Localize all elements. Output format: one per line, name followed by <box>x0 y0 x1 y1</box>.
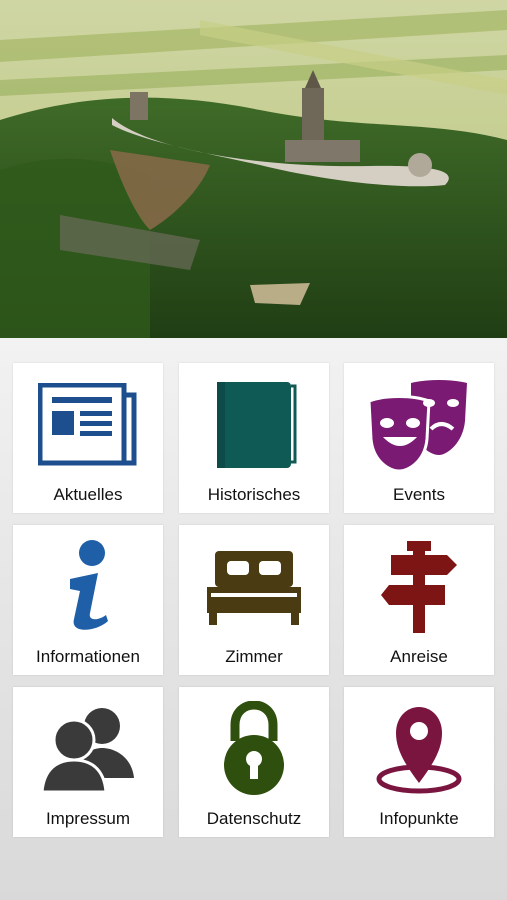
menu-label-aktuelles: Aktuelles <box>53 485 123 504</box>
menu-label-impressum: Impressum <box>45 809 131 828</box>
menu-label-infopunkte: Infopunkte <box>379 809 459 828</box>
menu-label-anreise: Anreise <box>390 647 448 666</box>
menu-label-datenschutz: Datenschutz <box>206 809 302 828</box>
hero-image <box>0 0 507 338</box>
menu-tile-events[interactable]: Events <box>344 363 494 513</box>
menu-tile-historisches[interactable]: Historisches <box>179 363 329 513</box>
menu-label-historisches: Historisches <box>207 485 301 504</box>
menu-tile-zimmer[interactable]: Zimmer <box>179 525 329 675</box>
newspaper-icon <box>13 375 163 475</box>
menu-tile-datenschutz[interactable]: Datenschutz <box>179 687 329 837</box>
menu-tile-impressum[interactable]: Impressum <box>13 687 163 837</box>
menu-tile-infopunkte[interactable]: Infopunkte <box>344 687 494 837</box>
signpost-icon <box>344 537 494 637</box>
menu-tile-anreise[interactable]: Anreise <box>344 525 494 675</box>
menu-tile-aktuelles[interactable]: Aktuelles <box>13 363 163 513</box>
info-icon <box>13 537 163 637</box>
menu-tile-informationen[interactable]: Informationen <box>13 525 163 675</box>
map-pin-icon <box>344 699 494 799</box>
menu-label-zimmer: Zimmer <box>225 647 283 666</box>
padlock-icon <box>179 699 329 799</box>
menu-label-informationen: Informationen <box>36 647 140 666</box>
menu-label-events: Events <box>393 485 445 504</box>
book-icon <box>179 375 329 475</box>
bed-icon <box>179 537 329 637</box>
theater-masks-icon <box>344 375 494 475</box>
users-icon <box>13 699 163 799</box>
